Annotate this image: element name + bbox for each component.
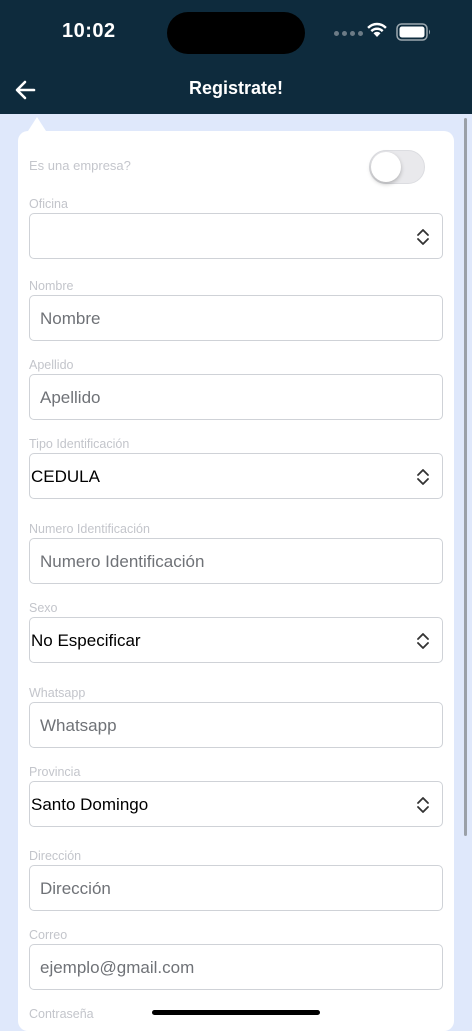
nav-bar: Registrate! (0, 64, 472, 114)
numero-identificacion-placeholder: Numero Identificación (40, 552, 205, 571)
whatsapp-input[interactable]: Whatsapp (29, 702, 443, 748)
numero-identificacion-label: Numero Identificación (29, 522, 150, 536)
direccion-placeholder: Dirección (40, 879, 111, 898)
company-toggle[interactable] (369, 150, 425, 184)
chevron-up-down-icon (417, 797, 429, 813)
status-time: 10:02 (62, 20, 116, 42)
contrasena-label: Contraseña (29, 1007, 94, 1021)
apellido-placeholder: Apellido (40, 388, 101, 407)
nombre-placeholder: Nombre (40, 309, 101, 328)
status-bar: 10:02 (0, 0, 472, 64)
nombre-input[interactable]: Nombre (29, 295, 443, 341)
sexo-select[interactable]: No Especificar (29, 617, 443, 663)
whatsapp-label: Whatsapp (29, 686, 86, 700)
provincia-label: Provincia (29, 765, 81, 779)
company-toggle-label: Es una empresa? (29, 158, 131, 173)
tipo-identificacion-value: CEDULA (31, 467, 100, 486)
direccion-label: Dirección (29, 849, 82, 863)
cellular-signal-icon (334, 31, 363, 36)
chevron-up-down-icon (417, 633, 429, 649)
correo-placeholder: ejemplo@gmail.com (40, 958, 195, 977)
numero-identificacion-input[interactable]: Numero Identificación (29, 538, 443, 584)
tipo-identificacion-label: Tipo Identificación (29, 437, 130, 451)
provincia-value: Santo Domingo (31, 795, 149, 814)
scrollbar[interactable] (464, 118, 467, 836)
wifi-icon (367, 22, 387, 37)
home-indicator[interactable] (152, 1010, 320, 1015)
apellido-input[interactable]: Apellido (29, 374, 443, 420)
whatsapp-placeholder: Whatsapp (40, 716, 117, 735)
battery-icon (396, 23, 430, 41)
correo-input[interactable]: ejemplo@gmail.com (29, 944, 443, 990)
dynamic-island (167, 12, 305, 54)
direccion-input[interactable]: Dirección (29, 865, 443, 911)
sexo-value: No Especificar (31, 631, 141, 650)
correo-label: Correo (29, 928, 68, 942)
tipo-identificacion-select[interactable]: CEDULA (29, 453, 443, 499)
sexo-label: Sexo (29, 601, 58, 615)
chevron-up-down-icon (417, 469, 429, 485)
chevron-up-down-icon (417, 229, 429, 245)
nombre-label: Nombre (29, 279, 74, 293)
card-pointer (28, 117, 46, 131)
oficina-label: Oficina (29, 197, 68, 211)
provincia-select[interactable]: Santo Domingo (29, 781, 443, 827)
oficina-select[interactable] (29, 213, 443, 259)
page-title: Registrate! (188, 78, 284, 98)
toggle-knob (371, 152, 401, 182)
apellido-label: Apellido (29, 358, 74, 372)
